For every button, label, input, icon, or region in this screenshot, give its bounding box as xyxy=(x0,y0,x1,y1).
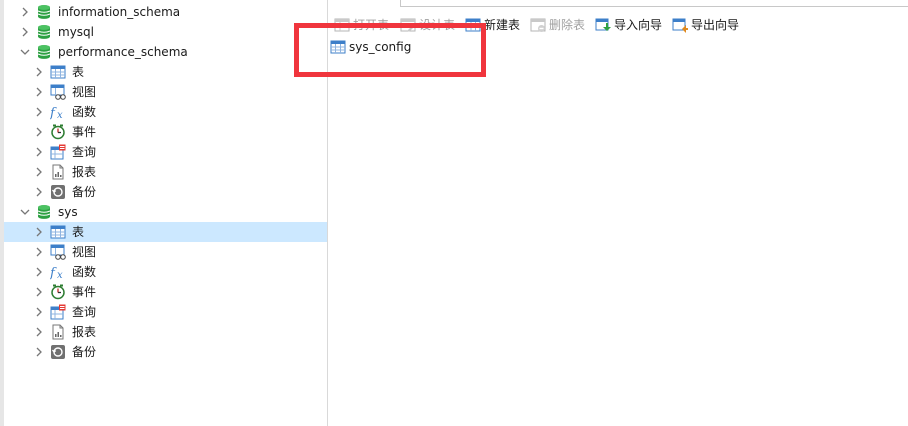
table-icon xyxy=(50,224,66,240)
import-icon xyxy=(595,17,611,33)
export-wizard-label: 导出向导 xyxy=(691,18,740,32)
chevron-right-icon[interactable] xyxy=(33,66,45,78)
import-wizard-button[interactable]: 导入向导 xyxy=(595,14,667,36)
tree-node-label: 报表 xyxy=(72,165,97,179)
clock-icon xyxy=(50,124,66,140)
chevron-right-icon[interactable] xyxy=(33,326,45,338)
tree-node-event[interactable]: 事件 xyxy=(4,122,327,142)
tree-node-table[interactable]: 表 xyxy=(4,222,327,242)
tree-node-label: mysql xyxy=(58,25,94,39)
annotation-highlight-box xyxy=(294,23,486,77)
chevron-right-icon[interactable] xyxy=(19,26,31,38)
report-icon xyxy=(50,164,66,180)
chevron-right-icon[interactable] xyxy=(33,246,45,258)
tree-node-query[interactable]: 查询 xyxy=(4,142,327,162)
navigation-tree[interactable]: information_schemamysql performance_schem… xyxy=(4,0,327,426)
chevron-right-icon[interactable] xyxy=(33,226,45,238)
tree-node-table[interactable]: 表 xyxy=(4,62,327,82)
svg-text:f: f xyxy=(50,106,57,120)
tree-node-label: 视图 xyxy=(72,85,97,99)
tree-node-label: 视图 xyxy=(72,245,97,259)
svg-text:f: f xyxy=(50,266,57,280)
function-icon: fx xyxy=(49,264,66,281)
view-icon xyxy=(50,244,66,260)
tree-node-label: 备份 xyxy=(72,185,97,199)
tree-node-backup[interactable]: 备份 xyxy=(4,342,327,362)
query-icon xyxy=(50,304,66,320)
chevron-right-icon[interactable] xyxy=(33,186,45,198)
database-icon xyxy=(36,44,52,60)
tree-node-label: 查询 xyxy=(72,305,97,319)
delete-table-icon xyxy=(530,17,546,33)
tree-node-backup[interactable]: 备份 xyxy=(4,182,327,202)
tree-node-view[interactable]: 视图 xyxy=(4,242,327,262)
export-wizard-button[interactable]: 导出向导 xyxy=(672,14,744,36)
function-icon: fx xyxy=(49,104,66,121)
chevron-down-icon[interactable] xyxy=(19,46,31,58)
view-icon xyxy=(50,84,66,100)
tree-node-report[interactable]: 报表 xyxy=(4,162,327,182)
tree-node-query[interactable]: 查询 xyxy=(4,302,327,322)
table-icon xyxy=(50,64,66,80)
chevron-right-icon[interactable] xyxy=(33,166,45,178)
tree-node-event[interactable]: 事件 xyxy=(4,282,327,302)
delete-table-label: 删除表 xyxy=(549,18,586,32)
tree-node-db[interactable]: mysql xyxy=(4,22,327,42)
query-icon xyxy=(50,144,66,160)
chevron-right-icon[interactable] xyxy=(33,86,45,98)
chevron-right-icon[interactable] xyxy=(33,106,45,118)
tree-node-function[interactable]: f x 函数 xyxy=(4,262,327,282)
tree-node-report[interactable]: 报表 xyxy=(4,322,327,342)
tree-node-label: 表 xyxy=(72,225,85,239)
tree-node-db[interactable]: performance_schema xyxy=(4,42,327,62)
tree-node-db[interactable]: information_schema xyxy=(4,2,327,22)
database-icon xyxy=(36,4,52,20)
tree-node-label: 事件 xyxy=(72,285,97,299)
chevron-down-icon[interactable] xyxy=(19,206,31,218)
clock-icon xyxy=(50,284,66,300)
database-icon xyxy=(36,204,52,220)
tree-node-label: 报表 xyxy=(72,325,97,339)
tree-node-label: information_schema xyxy=(58,5,181,19)
tree-node-db[interactable]: sys xyxy=(4,202,327,222)
chevron-right-icon[interactable] xyxy=(33,266,45,278)
chevron-right-icon[interactable] xyxy=(33,146,45,158)
import-wizard-label: 导入向导 xyxy=(614,18,663,32)
tree-node-label: sys xyxy=(58,205,78,219)
new-table-label: 新建表 xyxy=(484,18,521,32)
chevron-right-icon[interactable] xyxy=(33,346,45,358)
svg-text:x: x xyxy=(57,110,63,120)
report-icon xyxy=(50,324,66,340)
tree-node-label: 事件 xyxy=(72,125,97,139)
tree-node-label: performance_schema xyxy=(58,45,188,59)
export-icon xyxy=(672,17,688,33)
chevron-right-icon[interactable] xyxy=(33,126,45,138)
chevron-right-icon[interactable] xyxy=(33,286,45,298)
svg-text:x: x xyxy=(57,270,63,280)
backup-icon xyxy=(50,344,66,360)
database-icon xyxy=(36,24,52,40)
tree-node-label: 查询 xyxy=(72,145,97,159)
tree-node-label: 函数 xyxy=(72,105,97,119)
chevron-right-icon[interactable] xyxy=(33,306,45,318)
delete-table-button[interactable]: 删除表 xyxy=(530,14,590,36)
tree-node-function[interactable]: f x 函数 xyxy=(4,102,327,122)
tree-node-label: 函数 xyxy=(72,265,97,279)
filter-box-edge xyxy=(400,0,908,7)
tree-node-label: 表 xyxy=(72,65,85,79)
backup-icon xyxy=(50,184,66,200)
tree-node-label: 备份 xyxy=(72,345,97,359)
tree-node-view[interactable]: 视图 xyxy=(4,82,327,102)
chevron-right-icon[interactable] xyxy=(19,6,31,18)
